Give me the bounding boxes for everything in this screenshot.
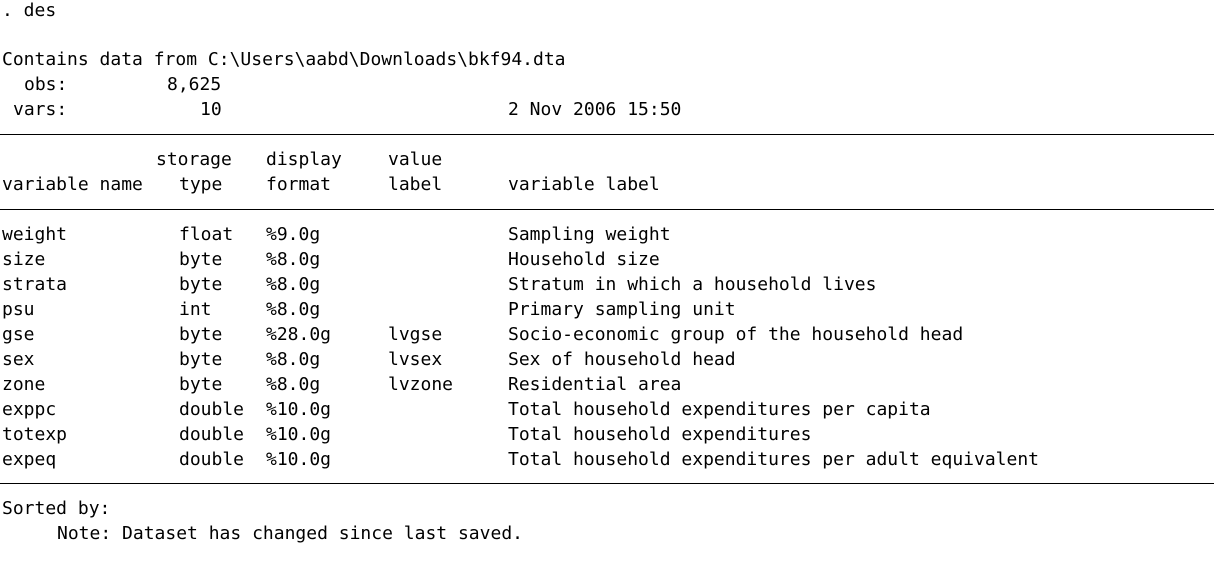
divider-top bbox=[0, 134, 1214, 135]
column-header-top: storage display value bbox=[0, 147, 442, 172]
storage-type-cell: double bbox=[179, 424, 245, 445]
obs-label: obs: bbox=[24, 74, 68, 95]
variable-label-header: variable label bbox=[508, 174, 660, 195]
variable-label-cell: Residential area bbox=[508, 374, 682, 395]
variable-label-cell: Total household expenditures per adult e… bbox=[508, 449, 1040, 470]
obs-line: obs: 8,625 bbox=[0, 72, 221, 97]
obs-value: 8,625 bbox=[167, 74, 222, 95]
variable-name-cell: weight bbox=[2, 224, 68, 245]
display-format-cell: %8.0g bbox=[266, 349, 321, 370]
value-label-cell: lvzone bbox=[388, 374, 454, 395]
value-label-cell: lvsex bbox=[388, 349, 443, 370]
storage-type-cell: byte bbox=[179, 349, 223, 370]
variable-label-cell: Household size bbox=[508, 249, 660, 270]
storage-type-cell: double bbox=[179, 399, 245, 420]
storage-type-cell: float bbox=[179, 224, 234, 245]
format-header: format bbox=[266, 174, 332, 195]
value-header: value bbox=[388, 149, 443, 170]
contains-text: Contains data from C:\Users\aabd\Downloa… bbox=[2, 49, 566, 70]
sorted-by-text: Sorted by: bbox=[2, 498, 111, 519]
contains-line: Contains data from C:\Users\aabd\Downloa… bbox=[0, 47, 566, 72]
column-header-bottom: variable name type format label variable… bbox=[0, 172, 660, 197]
divider-header bbox=[0, 209, 1214, 210]
variable-label-cell: Total household expenditures bbox=[508, 424, 812, 445]
vars-label: vars: bbox=[13, 99, 68, 120]
note-line: Note: Dataset has changed since last sav… bbox=[0, 521, 523, 546]
storage-header: storage bbox=[156, 149, 232, 170]
display-format-cell: %9.0g bbox=[266, 224, 321, 245]
display-format-cell: %10.0g bbox=[266, 399, 332, 420]
variable-name-cell: totexp bbox=[2, 424, 68, 445]
display-format-cell: %28.0g bbox=[266, 324, 332, 345]
storage-type-cell: byte bbox=[179, 274, 223, 295]
variable-label-cell: Primary sampling unit bbox=[508, 299, 736, 320]
vars-value: 10 bbox=[200, 99, 222, 120]
variable-name-cell: zone bbox=[2, 374, 46, 395]
display-format-cell: %8.0g bbox=[266, 374, 321, 395]
variable-label-cell: Socio-economic group of the household he… bbox=[508, 324, 964, 345]
variable-label-cell: Sex of household head bbox=[508, 349, 736, 370]
display-header: display bbox=[266, 149, 342, 170]
sorted-by-line: Sorted by: bbox=[0, 496, 110, 521]
variable-name-cell: exppc bbox=[2, 399, 57, 420]
variable-name-cell: gse bbox=[2, 324, 35, 345]
type-header: type bbox=[179, 174, 223, 195]
value-label-header: label bbox=[388, 174, 443, 195]
variable-name-header: variable name bbox=[2, 174, 143, 195]
command-line: . des bbox=[0, 0, 56, 23]
command-text: . des bbox=[2, 0, 57, 21]
stata-results-window: . des Contains data from C:\Users\aabd\D… bbox=[0, 0, 1214, 588]
variable-name-cell: expeq bbox=[2, 449, 57, 470]
display-format-cell: %10.0g bbox=[266, 449, 332, 470]
variable-name-cell: psu bbox=[2, 299, 35, 320]
variable-name-cell: strata bbox=[2, 274, 68, 295]
variable-name-cell: sex bbox=[2, 349, 35, 370]
storage-type-cell: byte bbox=[179, 324, 223, 345]
display-format-cell: %8.0g bbox=[266, 249, 321, 270]
note-text: Note: Dataset has changed since last sav… bbox=[57, 523, 523, 544]
variable-label-cell: Stratum in which a household lives bbox=[508, 274, 877, 295]
storage-type-cell: double bbox=[179, 449, 245, 470]
divider-bottom bbox=[0, 483, 1214, 484]
display-format-cell: %10.0g bbox=[266, 424, 332, 445]
storage-type-cell: byte bbox=[179, 249, 223, 270]
variable-label-cell: Sampling weight bbox=[508, 224, 671, 245]
display-format-cell: %8.0g bbox=[266, 299, 321, 320]
timestamp: 2 Nov 2006 15:50 bbox=[508, 99, 682, 120]
variable-name-cell: size bbox=[2, 249, 46, 270]
display-format-cell: %8.0g bbox=[266, 274, 321, 295]
storage-type-cell: int bbox=[179, 299, 212, 320]
variable-label-cell: Total household expenditures per capita bbox=[508, 399, 931, 420]
vars-line: vars: 10 2 Nov 2006 15:50 bbox=[0, 97, 681, 122]
storage-type-cell: byte bbox=[179, 374, 223, 395]
value-label-cell: lvgse bbox=[388, 324, 443, 345]
